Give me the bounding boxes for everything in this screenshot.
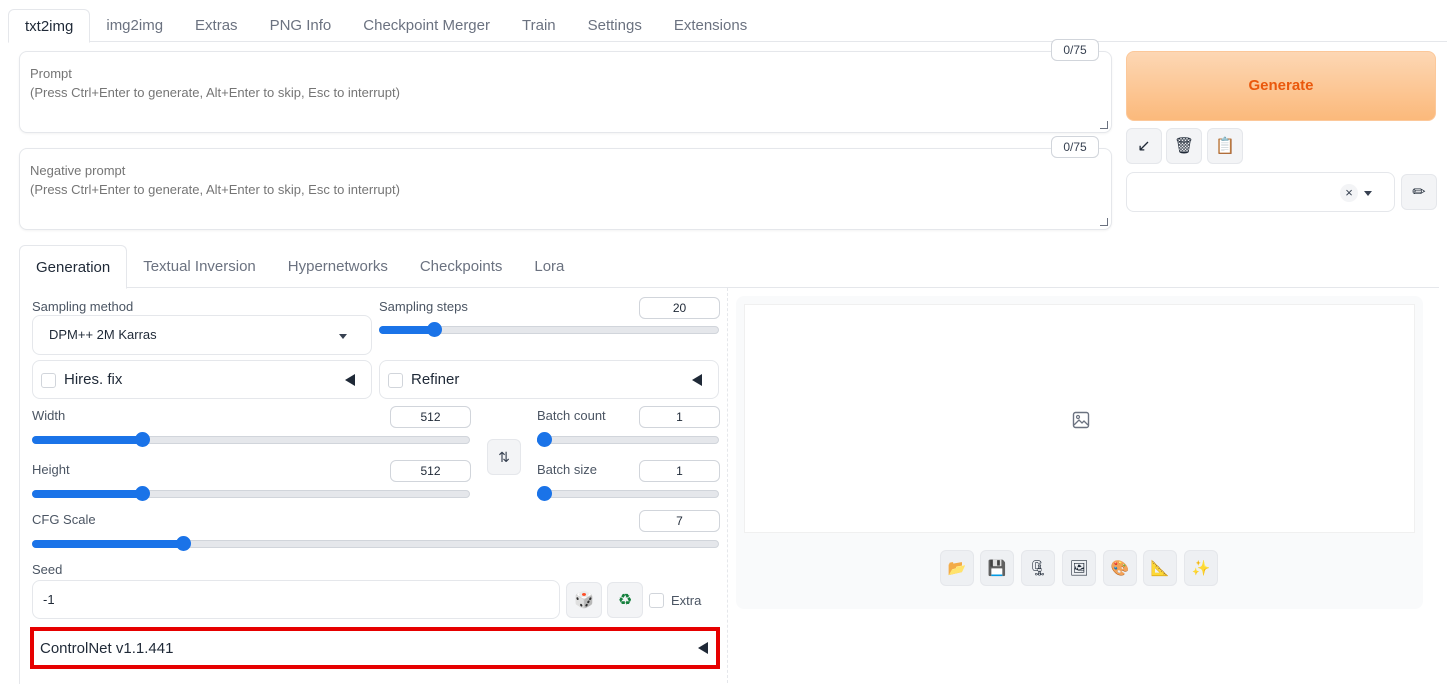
tab-textual-inversion[interactable]: Textual Inversion (127, 245, 272, 288)
tab-extras[interactable]: Extras (179, 9, 254, 42)
send-to-img2img-button[interactable]: 🖼 (1062, 550, 1096, 586)
tab-txt2img[interactable]: txt2img (8, 9, 91, 43)
collapse-triangle-icon[interactable] (698, 642, 708, 654)
clear-prompt-button[interactable]: 🗑 (1166, 128, 1202, 164)
trash-icon: 🗑 (1173, 138, 1195, 155)
controlnet-accordion[interactable]: ControlNet v1.1.441 (30, 627, 720, 669)
folder-icon: 📂 (947, 560, 967, 577)
arrow-down-left-icon: ↙ (1137, 138, 1151, 155)
chevron-down-icon (339, 334, 347, 339)
refiner-label: Refiner (411, 371, 460, 388)
image-placeholder-icon (1072, 411, 1090, 429)
zip-icon: 🗜 (1028, 560, 1048, 577)
tab-generation[interactable]: Generation (19, 245, 128, 289)
prompt-input[interactable] (30, 64, 1101, 120)
palette-icon: 🎨 (1110, 560, 1130, 577)
sampling-method-dropdown[interactable]: DPM++ 2M Karras (32, 315, 372, 355)
send-to-extras-button[interactable]: 📐 (1143, 550, 1177, 586)
tab-extensions[interactable]: Extensions (658, 9, 763, 42)
sampling-method-value: DPM++ 2M Karras (49, 327, 157, 342)
reuse-seed-button[interactable]: ♻ (607, 582, 643, 618)
negative-prompt-input[interactable] (30, 161, 1101, 217)
styles-dropdown[interactable]: × (1126, 172, 1395, 212)
collapse-triangle-icon[interactable] (345, 374, 355, 386)
swap-dimensions-button[interactable]: ⇅ (487, 439, 521, 475)
width-label: Width (32, 408, 66, 423)
batch-count-input[interactable]: 1 (639, 406, 720, 428)
tab-png-info[interactable]: PNG Info (254, 9, 348, 42)
tab-train[interactable]: Train (506, 9, 572, 42)
refiner-accordion[interactable]: Refiner (379, 360, 719, 399)
generate-button[interactable]: Generate (1126, 51, 1436, 121)
upscale-button[interactable]: ✨ (1184, 550, 1218, 586)
seed-input[interactable]: -1 (32, 580, 560, 619)
sampling-steps-label: Sampling steps (379, 299, 468, 314)
collapse-triangle-icon[interactable] (692, 374, 702, 386)
sampling-steps-slider[interactable] (379, 320, 719, 340)
output-panel: 📂 💾 🗜 🖼 🎨 📐 ✨ (736, 296, 1423, 609)
chevron-down-icon (1364, 191, 1372, 196)
negative-prompt-token-counter: 0/75 (1051, 136, 1099, 158)
apply-styles-button[interactable]: ↙ (1126, 128, 1162, 164)
sparkles-icon: ✨ (1191, 560, 1211, 577)
resize-grip-icon[interactable] (1100, 218, 1108, 226)
sampling-steps-input[interactable]: 20 (639, 297, 720, 319)
seed-label: Seed (32, 562, 63, 577)
prompt-container (19, 51, 1112, 133)
pencil-icon: ✏ (1412, 184, 1426, 201)
batch-size-input[interactable]: 1 (639, 460, 720, 482)
refiner-checkbox[interactable] (388, 373, 403, 388)
paste-button[interactable]: 📋 (1207, 128, 1243, 164)
hires-fix-checkbox[interactable] (41, 373, 56, 388)
resize-grip-icon[interactable] (1100, 121, 1108, 129)
height-slider[interactable] (32, 484, 470, 504)
clipboard-icon: 📋 (1215, 138, 1235, 155)
batch-count-label: Batch count (537, 408, 606, 423)
batch-count-slider[interactable] (537, 430, 719, 450)
output-image-area (744, 304, 1415, 533)
extra-label: Extra (671, 593, 702, 608)
tab-settings[interactable]: Settings (572, 9, 658, 42)
recycle-icon: ♻ (617, 592, 633, 609)
hires-fix-accordion[interactable]: Hires. fix (32, 360, 372, 399)
open-folder-button[interactable]: 📂 (940, 550, 974, 586)
controlnet-label: ControlNet v1.1.441 (40, 640, 174, 657)
height-label: Height (32, 462, 70, 477)
height-input[interactable]: 512 (390, 460, 471, 482)
hires-fix-label: Hires. fix (64, 371, 123, 388)
swap-icon: ⇅ (498, 449, 510, 465)
clear-icon[interactable]: × (1340, 184, 1358, 202)
dice-icon: 🎲 (574, 592, 594, 609)
negative-prompt-container (19, 148, 1112, 230)
tab-checkpoint-merger[interactable]: Checkpoint Merger (347, 9, 506, 42)
sampling-method-label: Sampling method (32, 299, 134, 314)
tab-lora[interactable]: Lora (518, 245, 580, 288)
cfg-scale-label: CFG Scale (32, 512, 96, 527)
batch-size-slider[interactable] (537, 484, 719, 504)
generation-tab-bar: Generation Textual Inversion Hypernetwor… (19, 245, 1439, 289)
picture-icon: 🖼 (1069, 560, 1089, 577)
cfg-scale-slider[interactable] (32, 534, 719, 554)
extra-seed-checkbox[interactable] (649, 593, 664, 608)
width-slider[interactable] (32, 430, 470, 450)
prompt-token-counter: 0/75 (1051, 39, 1099, 61)
send-to-inpaint-button[interactable]: 🎨 (1103, 550, 1137, 586)
save-button[interactable]: 💾 (980, 550, 1014, 586)
cfg-scale-input[interactable]: 7 (639, 510, 720, 532)
zip-button[interactable]: 🗜 (1021, 550, 1055, 586)
batch-size-label: Batch size (537, 462, 597, 477)
tab-hypernetworks[interactable]: Hypernetworks (272, 245, 404, 288)
floppy-disk-icon: 💾 (987, 560, 1007, 577)
width-input[interactable]: 512 (390, 406, 471, 428)
seed-value: -1 (43, 592, 55, 607)
tab-img2img[interactable]: img2img (90, 9, 179, 42)
main-tab-bar: txt2img img2img Extras PNG Info Checkpoi… (8, 9, 1447, 43)
tab-checkpoints[interactable]: Checkpoints (404, 245, 519, 288)
random-seed-button[interactable]: 🎲 (566, 582, 602, 618)
triangle-ruler-icon: 📐 (1150, 560, 1170, 577)
edit-styles-button[interactable]: ✏ (1401, 174, 1437, 210)
